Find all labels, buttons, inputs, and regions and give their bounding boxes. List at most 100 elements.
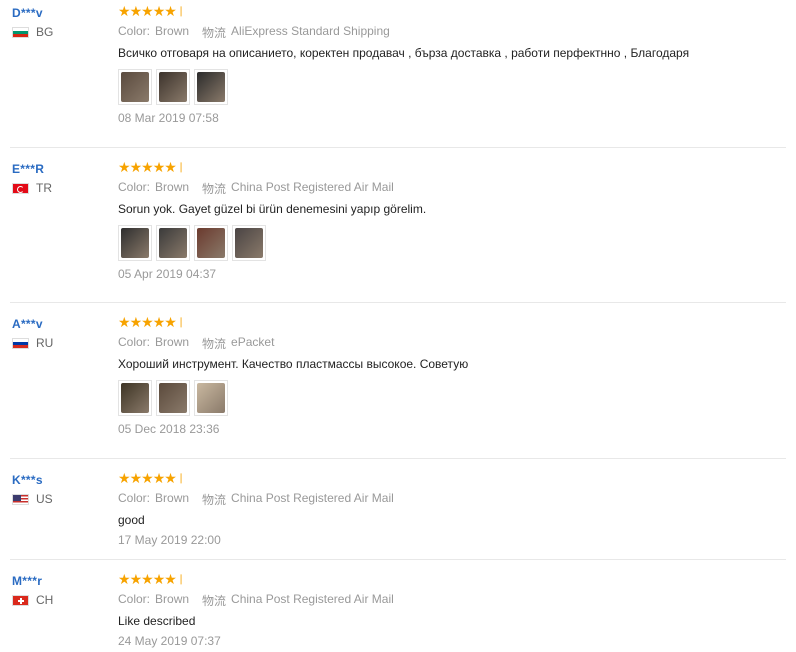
shipping-label: 物流	[202, 26, 227, 40]
color-label: Color:	[118, 491, 151, 505]
color-value: Brown	[155, 335, 190, 349]
review-content: ★ ★ ★ ★ ★ ❘ Color: Brown 物流 China Post Regist…	[118, 572, 776, 648]
reviewer-country: BG	[12, 25, 112, 39]
shipping-value: China Post Registered Air Mail	[231, 491, 394, 505]
star-rating: ★ ★ ★ ★ ★ ❘	[118, 572, 776, 586]
review-meta: Color: Brown 物流 China Post Registered Ai…	[118, 180, 776, 197]
shipping-value: AliExpress Standard Shipping	[231, 24, 390, 38]
reviews-list: D***v BG ★ ★ ★ ★ ★ ❘ Color: Brown 物流 AliExpre…	[0, 0, 796, 652]
star-tail-icon: ❘	[176, 573, 186, 585]
country-code: US	[36, 492, 53, 506]
review-date: 05 Dec 2018 23:36	[118, 422, 220, 436]
reviewer-country: RU	[12, 336, 112, 350]
star-icon: ★	[164, 470, 177, 486]
review-photo-thumbnail[interactable]	[194, 225, 228, 261]
review-text: Хороший инструмент. Качество пластмассы …	[118, 357, 469, 371]
review-photo-thumbnail[interactable]	[118, 69, 152, 105]
color-value: Brown	[155, 491, 190, 505]
review-photos	[118, 69, 776, 105]
photo-image	[159, 383, 187, 413]
reviewer-info: D***v BG	[12, 6, 112, 39]
reviewer-name[interactable]: M***r	[12, 574, 112, 588]
review-item: M***r CH ★ ★ ★ ★ ★ ❘ Color: Brown 物流 China Po…	[0, 572, 796, 652]
reviewer-country: TR	[12, 181, 112, 195]
reviewer-info: E***R TR	[12, 162, 112, 195]
star-icon: ★	[164, 3, 177, 19]
review-photo-thumbnail[interactable]	[232, 225, 266, 261]
photo-image	[121, 228, 149, 258]
shipping-label: 物流	[202, 337, 227, 351]
star-rating: ★ ★ ★ ★ ★ ❘	[118, 160, 776, 174]
review-item: K***s US ★ ★ ★ ★ ★ ❘ Color: Brown 物流 China Po…	[0, 471, 796, 560]
star-rating: ★ ★ ★ ★ ★ ❘	[118, 471, 776, 485]
review-photo-thumbnail[interactable]	[118, 380, 152, 416]
flag-us-icon	[12, 493, 29, 505]
shipping-value: China Post Registered Air Mail	[231, 180, 394, 194]
review-text: Sorun yok. Gayet güzel bi ürün denemesin…	[118, 202, 427, 216]
review-date: 08 Mar 2019 07:58	[118, 111, 219, 125]
color-value: Brown	[155, 24, 190, 38]
reviewer-info: M***r CH	[12, 574, 112, 607]
divider	[10, 559, 786, 560]
review-text: Like described	[118, 614, 196, 628]
review-item: D***v BG ★ ★ ★ ★ ★ ❘ Color: Brown 物流 AliExpre…	[0, 4, 796, 148]
photo-image	[197, 72, 225, 102]
review-content: ★ ★ ★ ★ ★ ❘ Color: Brown 物流 China Post Regist…	[118, 471, 776, 547]
review-photo-thumbnail[interactable]	[156, 69, 190, 105]
review-item: A***v RU ★ ★ ★ ★ ★ ❘ Color: Brown 物流 ePacket …	[0, 315, 796, 459]
shipping-label: 物流	[202, 493, 227, 507]
star-tail-icon: ❘	[176, 5, 186, 17]
review-meta: Color: Brown 物流 China Post Registered Ai…	[118, 491, 776, 508]
shipping-label: 物流	[202, 594, 227, 608]
flag-ru-icon	[12, 337, 29, 349]
divider	[10, 458, 786, 459]
reviewer-name[interactable]: E***R	[12, 162, 112, 176]
photo-image	[197, 228, 225, 258]
flag-ch-icon	[12, 594, 29, 606]
review-photo-thumbnail[interactable]	[194, 380, 228, 416]
divider	[10, 302, 786, 303]
shipping-value: ePacket	[231, 335, 275, 349]
review-content: ★ ★ ★ ★ ★ ❘ Color: Brown 物流 ePacket Хороший и…	[118, 315, 776, 436]
photo-image	[121, 383, 149, 413]
review-photos	[118, 380, 776, 416]
review-meta: Color: Brown 物流 China Post Registered Ai…	[118, 592, 776, 609]
reviewer-country: CH	[12, 593, 112, 607]
star-tail-icon: ❘	[176, 472, 186, 484]
photo-image	[159, 72, 187, 102]
review-meta: Color: Brown 物流 ePacket	[118, 335, 776, 352]
review-meta: Color: Brown 物流 AliExpress Standard Ship…	[118, 24, 776, 41]
review-photo-thumbnail[interactable]	[194, 69, 228, 105]
review-photo-thumbnail[interactable]	[156, 380, 190, 416]
review-photo-thumbnail[interactable]	[156, 225, 190, 261]
shipping-label: 物流	[202, 182, 227, 196]
reviewer-name[interactable]: D***v	[12, 6, 112, 20]
photo-image	[159, 228, 187, 258]
shipping-value: China Post Registered Air Mail	[231, 592, 394, 606]
reviewer-info: A***v RU	[12, 317, 112, 350]
country-code: TR	[36, 181, 52, 195]
color-label: Color:	[118, 180, 151, 194]
review-date: 17 May 2019 22:00	[118, 533, 221, 547]
reviewer-info: K***s US	[12, 473, 112, 506]
color-label: Color:	[118, 592, 151, 606]
star-rating: ★ ★ ★ ★ ★ ❘	[118, 4, 776, 18]
country-code: RU	[36, 336, 54, 350]
photo-image	[197, 383, 225, 413]
flag-tr-icon	[12, 182, 29, 194]
reviewer-name[interactable]: A***v	[12, 317, 112, 331]
review-item: E***R TR ★ ★ ★ ★ ★ ❘ Color: Brown 物流 China Po…	[0, 160, 796, 303]
review-photo-thumbnail[interactable]	[118, 225, 152, 261]
star-rating: ★ ★ ★ ★ ★ ❘	[118, 315, 776, 329]
star-tail-icon: ❘	[176, 161, 186, 173]
photo-image	[121, 72, 149, 102]
reviewer-name[interactable]: K***s	[12, 473, 112, 487]
review-date: 24 May 2019 07:37	[118, 634, 221, 648]
reviewer-country: US	[12, 492, 112, 506]
star-icon: ★	[164, 314, 177, 330]
color-label: Color:	[118, 24, 151, 38]
country-code: BG	[36, 25, 54, 39]
star-icon: ★	[164, 159, 177, 175]
review-content: ★ ★ ★ ★ ★ ❘ Color: Brown 物流 AliExpress Standa…	[118, 4, 776, 125]
color-value: Brown	[155, 180, 190, 194]
